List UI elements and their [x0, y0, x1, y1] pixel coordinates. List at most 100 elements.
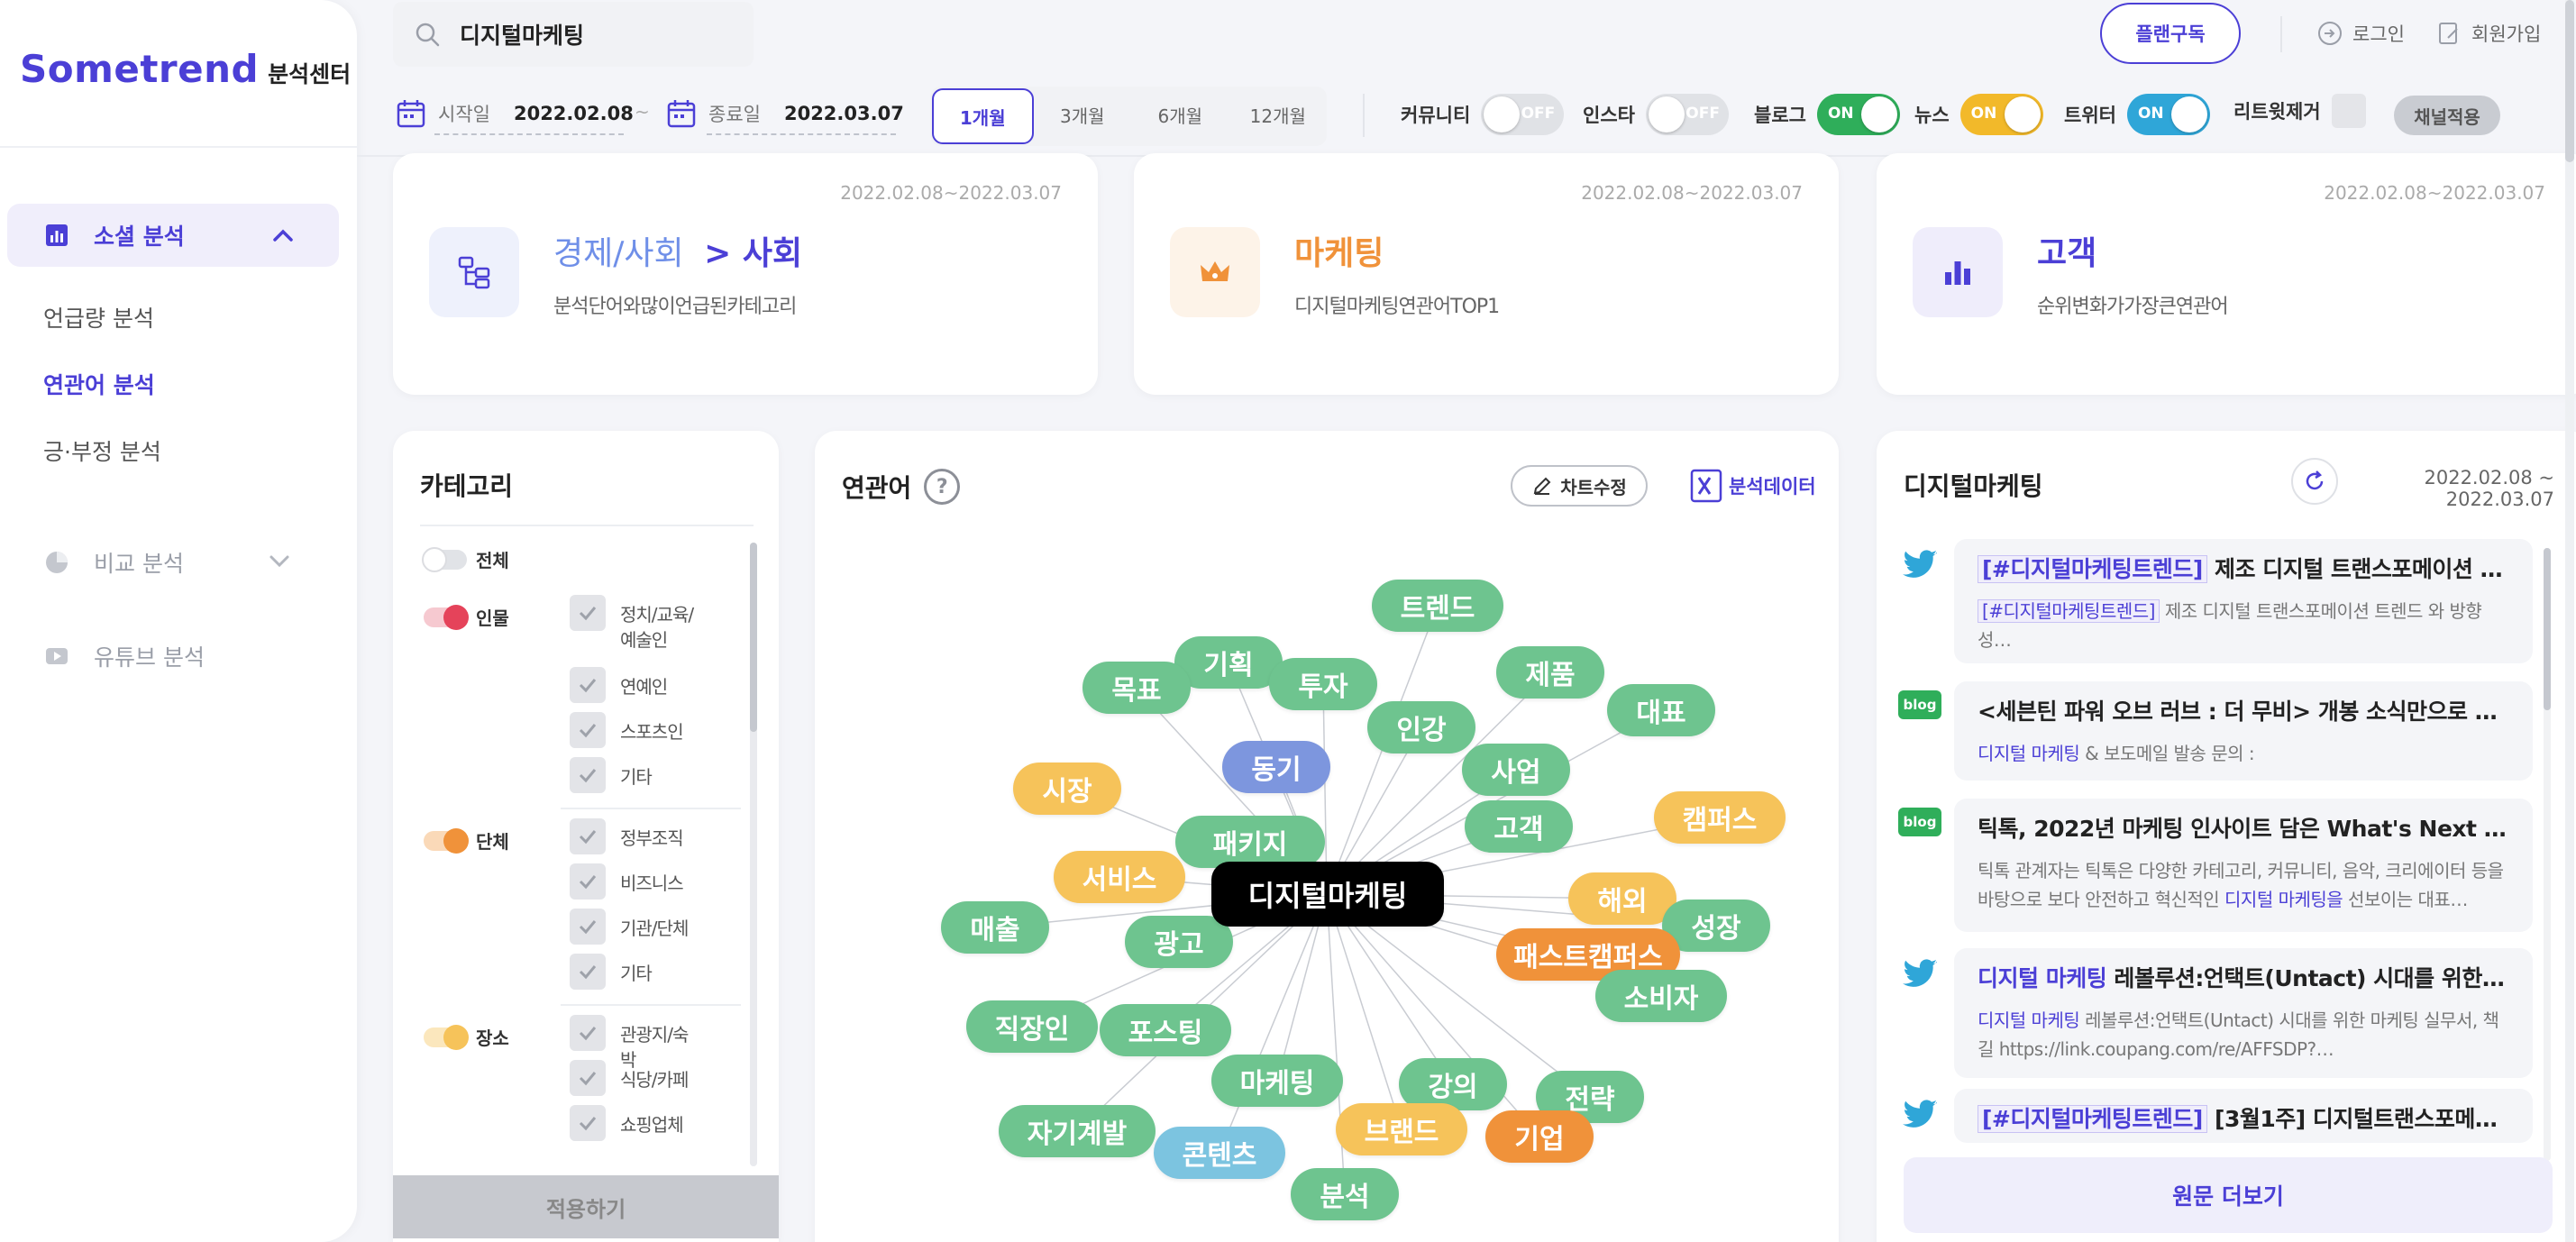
- category-item[interactable]: 비즈니스: [570, 863, 701, 900]
- word-bubble[interactable]: 고객: [1465, 800, 1573, 853]
- hierarchy-icon: [458, 256, 490, 289]
- feed-title: 디지털마케팅: [1904, 471, 2043, 501]
- word-bubble[interactable]: 기업: [1485, 1110, 1594, 1163]
- word-bubble[interactable]: 자기계발: [999, 1105, 1156, 1157]
- word-bubble[interactable]: 대표: [1607, 684, 1715, 736]
- organization-toggle[interactable]: [424, 827, 469, 854]
- person-toggle[interactable]: [424, 604, 469, 630]
- search-input[interactable]: [460, 21, 748, 48]
- category-item[interactable]: 정부조직: [570, 818, 701, 854]
- sidebar-item-related-words[interactable]: 연관어 분석: [43, 368, 155, 400]
- nav-compare-analysis[interactable]: 비교 분석: [43, 546, 289, 579]
- word-bubble[interactable]: 제품: [1496, 646, 1604, 699]
- word-bubble[interactable]: 패키지: [1175, 816, 1325, 868]
- channel-instagram: 인스타 OFF: [1583, 94, 1729, 135]
- word-bubble[interactable]: 해외: [1568, 872, 1676, 925]
- category-apply-button[interactable]: 적용하기: [393, 1175, 779, 1238]
- twitter-toggle[interactable]: ON: [2126, 94, 2210, 135]
- word-bubble[interactable]: 투자: [1269, 658, 1377, 710]
- read-more-button[interactable]: 원문 더보기: [1904, 1157, 2553, 1233]
- tab-12-months[interactable]: 12개월: [1229, 88, 1328, 144]
- summary-desc: 순위변화가가장큰연관어: [2037, 296, 2229, 318]
- tab-6-months[interactable]: 6개월: [1131, 88, 1229, 144]
- word-bubble[interactable]: 분석: [1291, 1168, 1399, 1220]
- word-bubble[interactable]: 콘텐츠: [1154, 1127, 1285, 1179]
- logo-wordmark: Sometrend: [20, 47, 260, 91]
- nav-social-analysis[interactable]: 소셜 분석: [7, 204, 339, 267]
- bar-chart-icon: [1945, 261, 1970, 285]
- category-item[interactable]: 연예인: [570, 667, 701, 703]
- word-bubble[interactable]: 광고: [1125, 916, 1233, 968]
- summary-date: 2022.02.08~2022.03.07: [2324, 182, 2545, 204]
- nav-youtube-analysis[interactable]: 유튜브 분석: [43, 640, 205, 672]
- center-keyword-bubble[interactable]: 디지털마케팅: [1211, 862, 1444, 927]
- word-bubble[interactable]: 포스팅: [1100, 1004, 1231, 1056]
- channel-twitter-label: 트위터: [2064, 105, 2116, 126]
- retweet-remove-checkbox[interactable]: [2331, 94, 2366, 128]
- tab-3-months[interactable]: 3개월: [1034, 88, 1132, 144]
- word-bubble[interactable]: 인강: [1367, 701, 1475, 753]
- instagram-toggle[interactable]: OFF: [1645, 94, 1729, 135]
- word-bubble[interactable]: 목표: [1082, 662, 1191, 714]
- feed-headline: 디지털 마케팅 레볼루션:언택트(Untact) 시대를 위한 마케팅 실무서: [1978, 965, 2511, 991]
- summary-title: 고객: [2037, 235, 2097, 272]
- chevron-up-icon[interactable]: [270, 224, 296, 249]
- word-bubble[interactable]: 브랜드: [1336, 1103, 1467, 1155]
- word-bubble[interactable]: 시장: [1013, 763, 1121, 815]
- check-icon: [579, 830, 597, 845]
- end-date-label: 종료일: [708, 104, 761, 125]
- start-date-picker[interactable]: 시작일 2022.02.08: [395, 97, 634, 130]
- category-item[interactable]: 식당/카페: [570, 1060, 701, 1096]
- category-all[interactable]: 전체: [422, 546, 509, 572]
- word-bubble[interactable]: 성장: [1662, 900, 1770, 952]
- signup-link[interactable]: 회원가입: [2435, 20, 2541, 47]
- category-item[interactable]: 쇼핑업체: [570, 1105, 701, 1141]
- word-bubble[interactable]: 기획: [1174, 636, 1283, 689]
- word-bubble[interactable]: 매출: [941, 901, 1049, 954]
- page-scrollbar[interactable]: [2565, 0, 2574, 1242]
- apply-channel-button[interactable]: 채널적용: [2394, 96, 2500, 135]
- word-bubble[interactable]: 서비스: [1054, 851, 1185, 903]
- chevron-down-icon[interactable]: [267, 548, 292, 573]
- word-bubble[interactable]: 마케팅: [1211, 1055, 1343, 1107]
- nav-compare-label: 비교 분석: [94, 551, 184, 577]
- category-group-organization[interactable]: 단체: [424, 827, 509, 854]
- category-item[interactable]: 스포츠인: [570, 712, 701, 748]
- category-item[interactable]: 기관/단체: [570, 909, 701, 945]
- news-toggle[interactable]: ON: [1959, 94, 2043, 135]
- feed-scrollbar[interactable]: [2544, 548, 2551, 1161]
- sidebar-item-sentiment[interactable]: 긍·부정 분석: [43, 434, 161, 467]
- sidebar-item-mentions[interactable]: 언급량 분석: [43, 301, 154, 333]
- channel-blog: 블로그 ON: [1754, 94, 1900, 135]
- word-bubble[interactable]: 캠퍼스: [1654, 791, 1786, 844]
- place-toggle[interactable]: [424, 1024, 469, 1050]
- word-bubble[interactable]: 동기: [1222, 741, 1330, 793]
- plan-subscribe-button[interactable]: 플랜구독: [2100, 3, 2241, 64]
- logo[interactable]: Sometrend 분석센터: [20, 47, 351, 91]
- check-icon: [579, 1027, 597, 1041]
- category-group-person[interactable]: 인물: [424, 604, 509, 630]
- search-bar[interactable]: [393, 2, 754, 67]
- category-group-place[interactable]: 장소: [424, 1024, 509, 1050]
- category-item[interactable]: 기타: [570, 757, 701, 793]
- end-date-picker[interactable]: 종료일 2022.03.07: [665, 97, 904, 130]
- tab-1-month[interactable]: 1개월: [932, 88, 1034, 144]
- word-bubble[interactable]: 소비자: [1595, 970, 1727, 1022]
- related-words-panel: 연관어 ? 차트수정 분석데이터 트렌드 기획 투자 제품 목표 대표 인강 동기 사업 시장 캠퍼…: [815, 431, 1839, 1242]
- word-bubble[interactable]: 직장인: [966, 1000, 1098, 1053]
- check-icon: [579, 920, 597, 935]
- community-toggle[interactable]: OFF: [1481, 94, 1565, 135]
- twitter-icon: [1903, 550, 1937, 578]
- word-bubble[interactable]: 트렌드: [1372, 580, 1503, 632]
- word-cloud: 트렌드기획 투자 제품 목표 대표 인강동기 사업 시장캠퍼스 고객 패키지 서비스 해외 성장 매출 광고…: [815, 431, 1839, 1242]
- category-item[interactable]: 기타: [570, 954, 701, 990]
- summary-desc: 디지털마케팅연관어TOP1: [1294, 296, 1500, 318]
- all-toggle[interactable]: [422, 546, 467, 572]
- category-item[interactable]: 정치/교육/ 예술인: [570, 595, 701, 653]
- period-tabs: 1개월 3개월 6개월 12개월: [930, 87, 1327, 146]
- category-scrollbar[interactable]: [750, 543, 757, 1166]
- login-link[interactable]: 로그인: [2316, 20, 2405, 47]
- word-bubble[interactable]: 사업: [1462, 744, 1570, 796]
- category-separator: [561, 1004, 741, 1006]
- blog-toggle[interactable]: ON: [1816, 94, 1900, 135]
